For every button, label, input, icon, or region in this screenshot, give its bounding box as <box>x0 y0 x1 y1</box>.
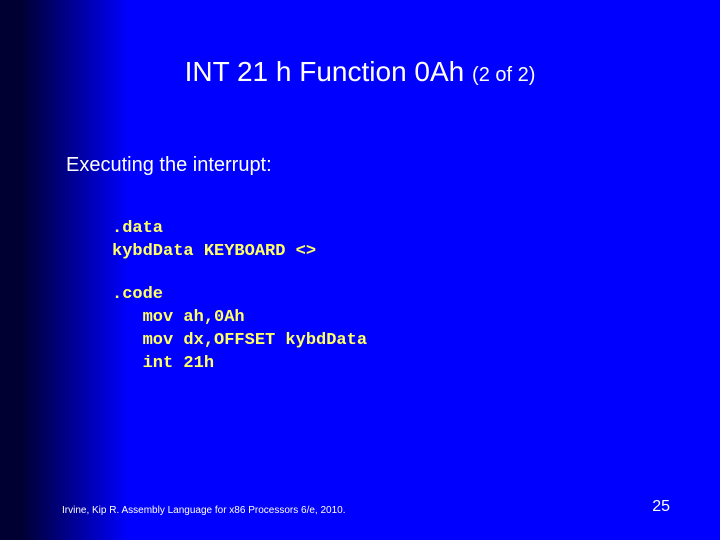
slide: INT 21 h Function 0Ah (2 of 2) Executing… <box>0 0 720 540</box>
body-text: Executing the interrupt: <box>66 154 272 177</box>
code-block-data: .data kybdData KEYBOARD <> <box>112 218 316 264</box>
footer-citation: Irvine, Kip R. Assembly Language for x86… <box>62 505 346 516</box>
title-sub: (2 of 2) <box>472 64 535 86</box>
slide-title: INT 21 h Function 0Ah (2 of 2) <box>0 56 720 88</box>
code-block-code: .code mov ah,0Ah mov dx,OFFSET kybdData … <box>112 284 367 376</box>
page-number: 25 <box>652 498 670 516</box>
title-main: INT 21 h Function 0Ah <box>185 56 472 87</box>
